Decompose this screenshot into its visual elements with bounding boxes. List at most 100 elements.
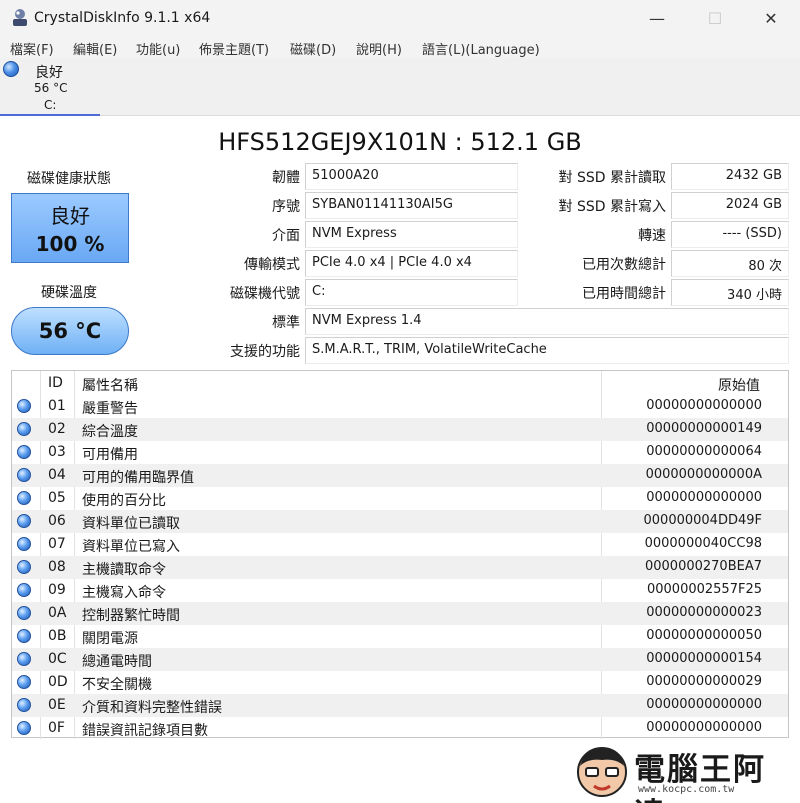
row-attribute-name: 主機讀取命令 [82,562,166,578]
drive-tab-c[interactable]: 良好 56 °C C: [0,58,100,116]
header-raw-value[interactable]: 原始值 [718,371,760,395]
row-attribute-name: 綜合溫度 [82,424,138,440]
features-label: 支援的功能 [230,344,300,360]
status-dot-icon [17,698,31,712]
firmware-label: 韌體 [272,170,300,186]
total-write-value: 2024 GB [671,192,789,219]
serial-value: SYBAN01141130AI5G [305,192,518,219]
row-attribute-name: 使用的百分比 [82,493,166,509]
row-id: 07 [48,536,66,552]
table-row[interactable]: 02 綜合溫度 00000000000149 [12,418,788,441]
row-attribute-name: 可用的備用臨界值 [82,470,194,486]
row-id: 03 [48,444,66,460]
row-raw-value: 000000004DD49F [643,513,762,528]
menu-theme[interactable]: 佈景主題(T) [199,39,269,58]
table-row[interactable]: 0A 控制器繁忙時間 00000000000023 [12,602,788,625]
status-dot-icon [17,445,31,459]
table-row[interactable]: 0F 錯誤資訊記錄項目數 00000000000000 [12,717,788,740]
menu-function[interactable]: 功能(u) [136,39,180,58]
table-row[interactable]: 08 主機讀取命令 0000000270BEA7 [12,556,788,579]
drive-tab-underline [0,114,100,116]
app-icon [13,9,27,26]
table-row[interactable]: 04 可用的備用臨界值 0000000000000A [12,464,788,487]
status-dot-icon [17,583,31,597]
table-row[interactable]: 03 可用備用 00000000000064 [12,441,788,464]
table-row[interactable]: 01 嚴重警告 00000000000000 [12,395,788,418]
table-row[interactable]: 09 主機寫入命令 00000002557F25 [12,579,788,602]
status-dot-icon [17,537,31,551]
row-raw-value: 00000000000023 [646,605,762,620]
total-read-label: 對 SSD 累計讀取 [558,170,666,186]
drive-letter-label: 磁碟機代號 [230,286,300,302]
row-id: 0F [48,720,65,736]
features-value: S.M.A.R.T., TRIM, VolatileWriteCache [305,337,789,364]
minimize-icon: — [649,8,665,28]
power-on-count-label: 已用次數總計 [582,257,666,273]
table-row[interactable]: 07 資料單位已寫入 0000000040CC98 [12,533,788,556]
status-dot-icon [3,61,19,77]
standard-value: NVM Express 1.4 [305,308,789,335]
row-id: 02 [48,421,66,437]
row-id: 0B [48,628,67,644]
firmware-value: 51000A20 [305,163,518,190]
table-row[interactable]: 0E 介質和資料完整性錯誤 00000000000000 [12,694,788,717]
mascot-face-icon [577,747,627,797]
row-raw-value: 0000000000000A [645,467,762,482]
row-raw-value: 00000000000000 [646,697,762,712]
row-raw-value: 0000000270BEA7 [644,559,762,574]
power-on-count-value: 80 次 [671,250,789,277]
temperature-box[interactable]: 56 °C [11,307,129,355]
drive-tab-temperature: 56 °C [34,81,68,95]
row-attribute-name: 資料單位已讀取 [82,516,180,532]
close-icon: ✕ [764,8,778,28]
table-row[interactable]: 06 資料單位已讀取 000000004DD49F [12,510,788,533]
temperature-value: 56 °C [38,319,102,343]
row-attribute-name: 關閉電源 [82,631,138,647]
row-id: 0D [48,674,68,690]
standard-label: 標準 [272,315,300,331]
row-raw-value: 00000000000000 [646,490,762,505]
row-raw-value: 00000000000050 [646,628,762,643]
interface-label: 介面 [272,228,300,244]
row-raw-value: 00000000000149 [646,421,762,436]
row-attribute-name: 可用備用 [82,447,138,463]
row-id: 0C [48,651,67,667]
total-read-value: 2432 GB [671,163,789,190]
menu-help[interactable]: 說明(H) [356,39,402,58]
row-id: 06 [48,513,66,529]
close-button[interactable]: ✕ [748,0,794,36]
status-dot-icon [17,629,31,643]
rotation-value: ---- (SSD) [671,221,789,248]
status-dot-icon [17,514,31,528]
table-row[interactable]: 05 使用的百分比 00000000000000 [12,487,788,510]
interface-value: NVM Express [305,221,518,248]
menu-edit[interactable]: 編輯(E) [73,39,117,58]
watermark: 電腦王阿達 www.kocpc.com.tw [572,738,798,803]
smart-table[interactable]: ID 屬性名稱 原始值 01 嚴重警告 00000000000000 02 綜合溫度 0… [11,370,789,740]
title-bar[interactable]: CrystalDiskInfo 9.1.1 x64 — ☐ ✕ [0,0,800,36]
rotation-label: 轉速 [638,228,666,244]
row-id: 01 [48,398,66,414]
total-write-label: 對 SSD 累計寫入 [558,199,666,215]
row-attribute-name: 嚴重警告 [82,401,138,417]
row-attribute-name: 介質和資料完整性錯誤 [82,700,222,716]
maximize-button[interactable]: ☐ [692,0,738,36]
row-raw-value: 00000000000029 [646,674,762,689]
header-id[interactable]: ID [48,371,63,395]
menu-language[interactable]: 語言(L)(Language) [422,39,540,58]
transfer-mode-value: PCIe 4.0 x4 | PCIe 4.0 x4 [305,250,518,277]
menu-disk[interactable]: 磁碟(D) [290,39,336,58]
minimize-button[interactable]: — [634,0,680,36]
menu-file[interactable]: 檔案(F) [10,39,54,58]
row-id: 09 [48,582,66,598]
row-id: 0E [48,697,66,713]
health-status-box[interactable]: 良好 100 % [11,193,129,263]
header-attribute-name[interactable]: 屬性名稱 [82,371,138,395]
table-row[interactable]: 0D 不安全關機 00000000000029 [12,671,788,694]
row-attribute-name: 資料單位已寫入 [82,539,180,555]
power-on-hours-label: 已用時間總計 [582,286,666,302]
table-row[interactable]: 0B 關閉電源 00000000000050 [12,625,788,648]
status-dot-icon [17,491,31,505]
table-row[interactable]: 0C 總通電時間 00000000000154 [12,648,788,671]
status-dot-icon [17,399,31,413]
